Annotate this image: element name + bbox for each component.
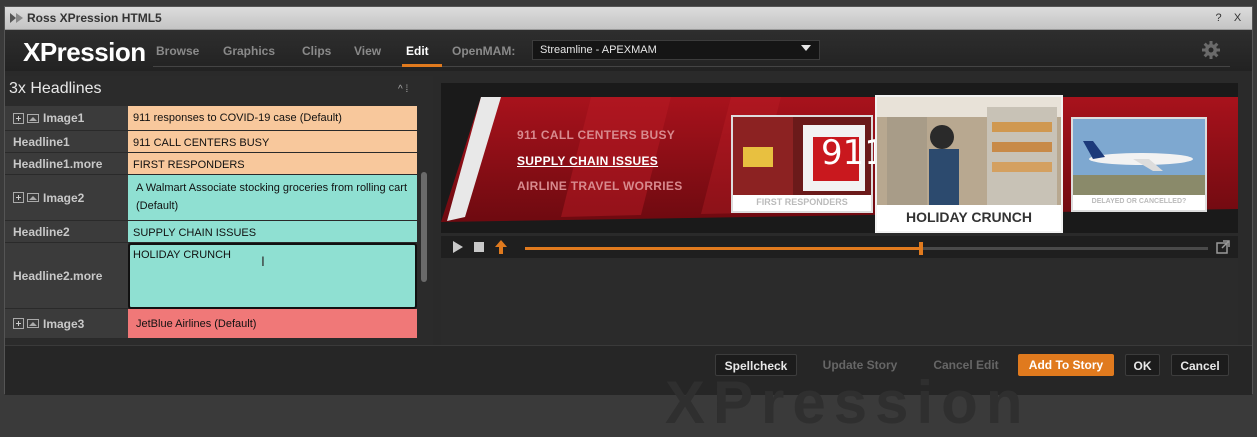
cancel-edit-button[interactable]: Cancel Edit	[920, 354, 1012, 376]
playback-controls	[441, 236, 1238, 258]
field-value[interactable]: A Walmart Associate stocking groceries f…	[128, 175, 417, 221]
field-row: Headline1.more FIRST RESPONDERS	[5, 153, 417, 175]
cancel-button[interactable]: Cancel	[1171, 354, 1229, 376]
field-label: Headline1	[5, 131, 128, 153]
field-row: Image1 911 responses to COVID-19 case (D…	[5, 106, 417, 131]
thumb-caption-1: FIRST RESPONDERS	[756, 197, 848, 207]
xpression-watermark: XPression	[665, 369, 1031, 436]
panel-title: 3x Headlines	[9, 80, 102, 97]
expand-icon[interactable]	[13, 318, 24, 329]
image-icon	[27, 193, 39, 202]
take-up-icon[interactable]	[495, 240, 507, 254]
field-label-text: Image1	[43, 111, 85, 125]
collapse-icon[interactable]: ^ ⁞	[398, 84, 408, 95]
field-text: HOLIDAY CRUNCH	[133, 249, 231, 261]
field-label: Image2	[5, 175, 128, 221]
openmam-label: OpenMAM:	[452, 44, 516, 58]
field-value[interactable]: 911 responses to COVID-19 case (Default)	[128, 106, 417, 131]
template-fields-panel: 3x Headlines ^ ⁞ Image1 911 responses to…	[5, 76, 433, 345]
field-label: Headline1.more	[5, 153, 128, 175]
field-label-text: Image2	[43, 190, 85, 205]
scrollbar[interactable]	[421, 172, 427, 282]
menu-divider	[153, 66, 1230, 67]
field-value[interactable]: JetBlue Airlines (Default)	[128, 309, 417, 339]
popout-icon[interactable]	[1216, 240, 1230, 254]
thumb-caption-2: HOLIDAY CRUNCH	[905, 209, 1032, 225]
header-bar: XPression Browse Graphics Clips View Edi…	[5, 30, 1252, 71]
action-bar: XPression Spellcheck Update Story Cancel…	[5, 345, 1252, 436]
active-menu-indicator	[402, 64, 442, 67]
preview-headline-3: AIRLINE TRAVEL WORRIES	[517, 179, 683, 193]
xpression-window: Ross XPression HTML5 ? X XPression Brows…	[4, 6, 1253, 436]
preview-headline-1: 911 CALL CENTERS BUSY	[517, 128, 676, 142]
openmam-select[interactable]: Streamline - APEXMAM	[532, 40, 820, 60]
preview-thumbnail-1: 911 FIRST RESPONDERS	[731, 115, 886, 213]
add-to-story-button[interactable]: Add To Story	[1018, 354, 1114, 376]
app-logo: XPression	[23, 37, 146, 67]
field-label: Headline2.more	[5, 243, 128, 309]
field-value-editing[interactable]: HOLIDAY CRUNCH I	[128, 243, 417, 309]
field-row: Headline2.more HOLIDAY CRUNCH I	[5, 243, 417, 309]
app-icon	[10, 13, 23, 23]
image-icon	[27, 319, 39, 328]
text-cursor-icon: I	[261, 253, 265, 269]
image-icon	[27, 113, 39, 123]
menu-edit[interactable]: Edit	[406, 44, 429, 58]
field-row: Headline2 SUPPLY CHAIN ISSUES	[5, 221, 417, 243]
timeline-handle[interactable]	[919, 242, 924, 255]
field-value[interactable]: FIRST RESPONDERS	[128, 153, 417, 175]
thumb-caption-3: DELAYED OR CANCELLED?	[1091, 198, 1187, 205]
preview-area-empty	[441, 258, 1238, 345]
help-button[interactable]: ?	[1210, 10, 1227, 27]
openmam-value: Streamline - APEXMAM	[540, 44, 657, 56]
ok-button[interactable]: OK	[1125, 354, 1160, 376]
title-bar: Ross XPression HTML5 ? X	[5, 7, 1252, 30]
expand-icon[interactable]	[13, 112, 24, 124]
field-row: Headline1 911 CALL CENTERS BUSY	[5, 131, 417, 153]
expand-icon[interactable]	[13, 192, 24, 203]
field-label-text: Image3	[43, 316, 85, 331]
grocery-store-image	[877, 97, 1061, 205]
close-button[interactable]: X	[1229, 10, 1246, 27]
preview-thumbnail-2: HOLIDAY CRUNCH	[875, 95, 1063, 233]
play-icon[interactable]	[453, 241, 463, 253]
preview-headline-2: SUPPLY CHAIN ISSUES	[517, 154, 659, 168]
menu-clips[interactable]: Clips	[302, 44, 331, 58]
airplane-image	[1073, 119, 1205, 195]
menu-browse[interactable]: Browse	[156, 44, 199, 58]
field-value[interactable]: SUPPLY CHAIN ISSUES	[128, 221, 417, 243]
field-label: Image1	[5, 106, 128, 131]
spellcheck-button[interactable]: Spellcheck	[715, 354, 797, 376]
preview-thumbnail-3: DELAYED OR CANCELLED?	[1071, 117, 1207, 212]
field-label: Headline2	[5, 221, 128, 243]
menu-graphics[interactable]: Graphics	[223, 44, 275, 58]
menu-view[interactable]: View	[354, 44, 381, 58]
update-story-button[interactable]: Update Story	[810, 354, 910, 376]
field-value[interactable]: 911 CALL CENTERS BUSY	[128, 131, 417, 153]
field-row: Image2 A Walmart Associate stocking groc…	[5, 175, 417, 221]
field-row: Image3 JetBlue Airlines (Default)	[5, 309, 417, 339]
timeline-scrubber[interactable]	[525, 242, 1208, 255]
gear-icon[interactable]	[1201, 40, 1221, 60]
window-title: Ross XPression HTML5	[27, 11, 162, 25]
graphic-preview: 911 CALL CENTERS BUSY SUPPLY CHAIN ISSUE…	[441, 83, 1238, 233]
field-label: Image3	[5, 309, 128, 339]
chevron-down-icon	[801, 45, 811, 51]
timeline-progress	[525, 247, 922, 250]
stop-icon[interactable]	[474, 242, 484, 252]
